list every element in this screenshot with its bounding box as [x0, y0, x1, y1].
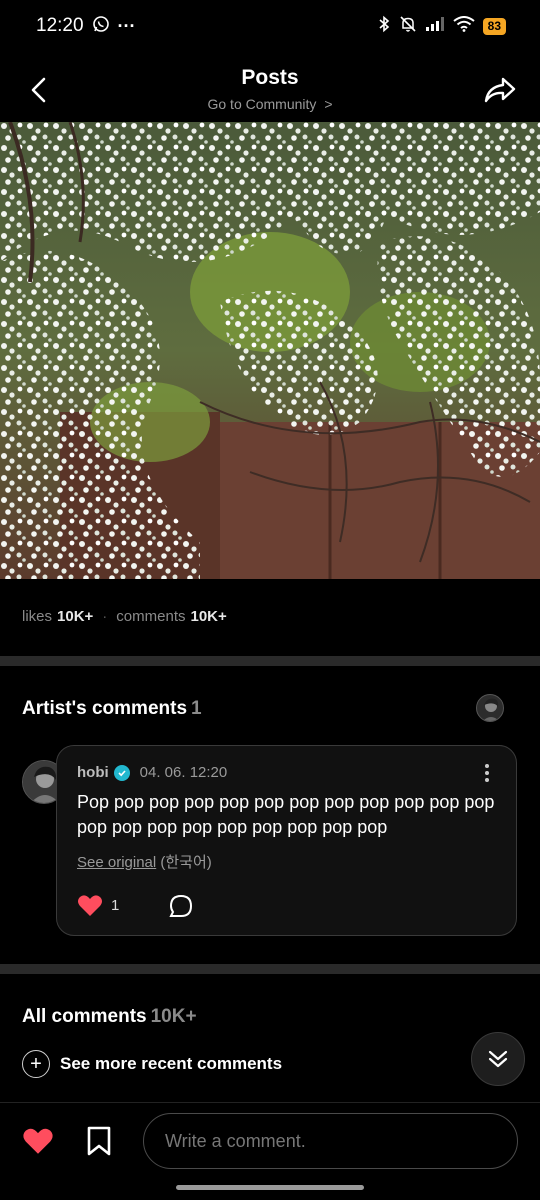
- see-more-label: See more recent comments: [60, 1054, 283, 1073]
- plus-circle-icon: +: [22, 1050, 50, 1078]
- see-more-recent-comments-button[interactable]: + See more recent comments: [22, 1050, 282, 1078]
- go-to-community-link[interactable]: Go to Community >: [0, 96, 540, 112]
- signal-icon: [425, 16, 445, 37]
- post-stats: likes 10K+ · comments 10K+: [22, 608, 227, 625]
- all-comments-title: All comments 10K+: [22, 1006, 197, 1028]
- stats-separator: ·: [102, 608, 108, 625]
- bottom-action-bar: [0, 1102, 540, 1200]
- all-comments-label: All comments: [22, 1006, 147, 1027]
- wifi-icon: [453, 15, 475, 37]
- more-dot-icon: [485, 771, 489, 775]
- likes-count: 10K+: [57, 608, 94, 625]
- see-original-row: See original (한국어): [77, 851, 212, 872]
- top-bar: Posts Go to Community >: [0, 56, 540, 122]
- artist-comment-card: hobi 04. 06. 12:20 Pop pop pop pop pop p…: [56, 745, 517, 936]
- bluetooth-icon: [377, 15, 391, 38]
- bookmark-button[interactable]: [86, 1125, 112, 1162]
- bell-muted-icon: [399, 15, 417, 38]
- see-original-link[interactable]: See original: [77, 854, 156, 871]
- heart-icon: [78, 895, 102, 916]
- scroll-to-bottom-button[interactable]: [471, 1032, 525, 1086]
- page-title: Posts: [241, 66, 299, 89]
- share-button[interactable]: [478, 70, 522, 110]
- artist-avatar-filter[interactable]: [476, 694, 504, 722]
- all-comments-count: 10K+: [150, 1006, 197, 1027]
- artist-comments-count: 1: [191, 698, 202, 719]
- comment-input[interactable]: [143, 1113, 518, 1169]
- chevron-right-icon: >: [324, 96, 333, 112]
- comment-text: Pop pop pop pop pop pop pop pop pop pop …: [77, 792, 495, 837]
- share-icon: [484, 77, 516, 103]
- bookmark-icon: [87, 1126, 111, 1156]
- home-indicator[interactable]: [176, 1185, 364, 1190]
- verified-badge-icon: [113, 764, 130, 781]
- comment-more-button[interactable]: [478, 762, 496, 784]
- whatsapp-icon: [92, 15, 110, 38]
- like-post-button[interactable]: [22, 1127, 54, 1160]
- artist-comments-title: Artist's comments 1: [22, 698, 202, 720]
- artist-avatar-image: [482, 698, 500, 721]
- status-time: 12:20: [36, 15, 84, 36]
- chat-bubble-icon: [169, 894, 193, 917]
- comments-count: 10K+: [190, 608, 227, 625]
- comments-label: comments: [116, 608, 186, 625]
- status-bar: 12:20 ··· 83: [0, 0, 540, 52]
- more-dot-icon: [485, 778, 489, 782]
- blossom-photo: [0, 122, 540, 579]
- comment-like-button[interactable]: 1: [77, 894, 119, 917]
- comment-header: hobi 04. 06. 12:20: [77, 764, 227, 781]
- likes-label: likes: [22, 608, 53, 625]
- comment-author[interactable]: hobi: [77, 764, 109, 781]
- post-image[interactable]: [0, 122, 540, 579]
- more-dot-icon: [485, 764, 489, 768]
- comment-like-count: 1: [111, 897, 120, 914]
- heart-icon: [23, 1128, 53, 1154]
- section-divider: [0, 964, 540, 974]
- section-divider: [0, 656, 540, 666]
- comment-date: 04. 06. 12:20: [139, 764, 228, 781]
- artist-comments-label: Artist's comments: [22, 698, 188, 719]
- double-chevron-down-icon: [488, 1050, 508, 1068]
- go-to-community-label: Go to Community: [207, 96, 317, 112]
- battery-icon: 83: [482, 17, 506, 35]
- more-status-dots: ···: [117, 15, 136, 36]
- original-language: (한국어): [160, 854, 212, 871]
- comment-reply-button[interactable]: [169, 894, 193, 923]
